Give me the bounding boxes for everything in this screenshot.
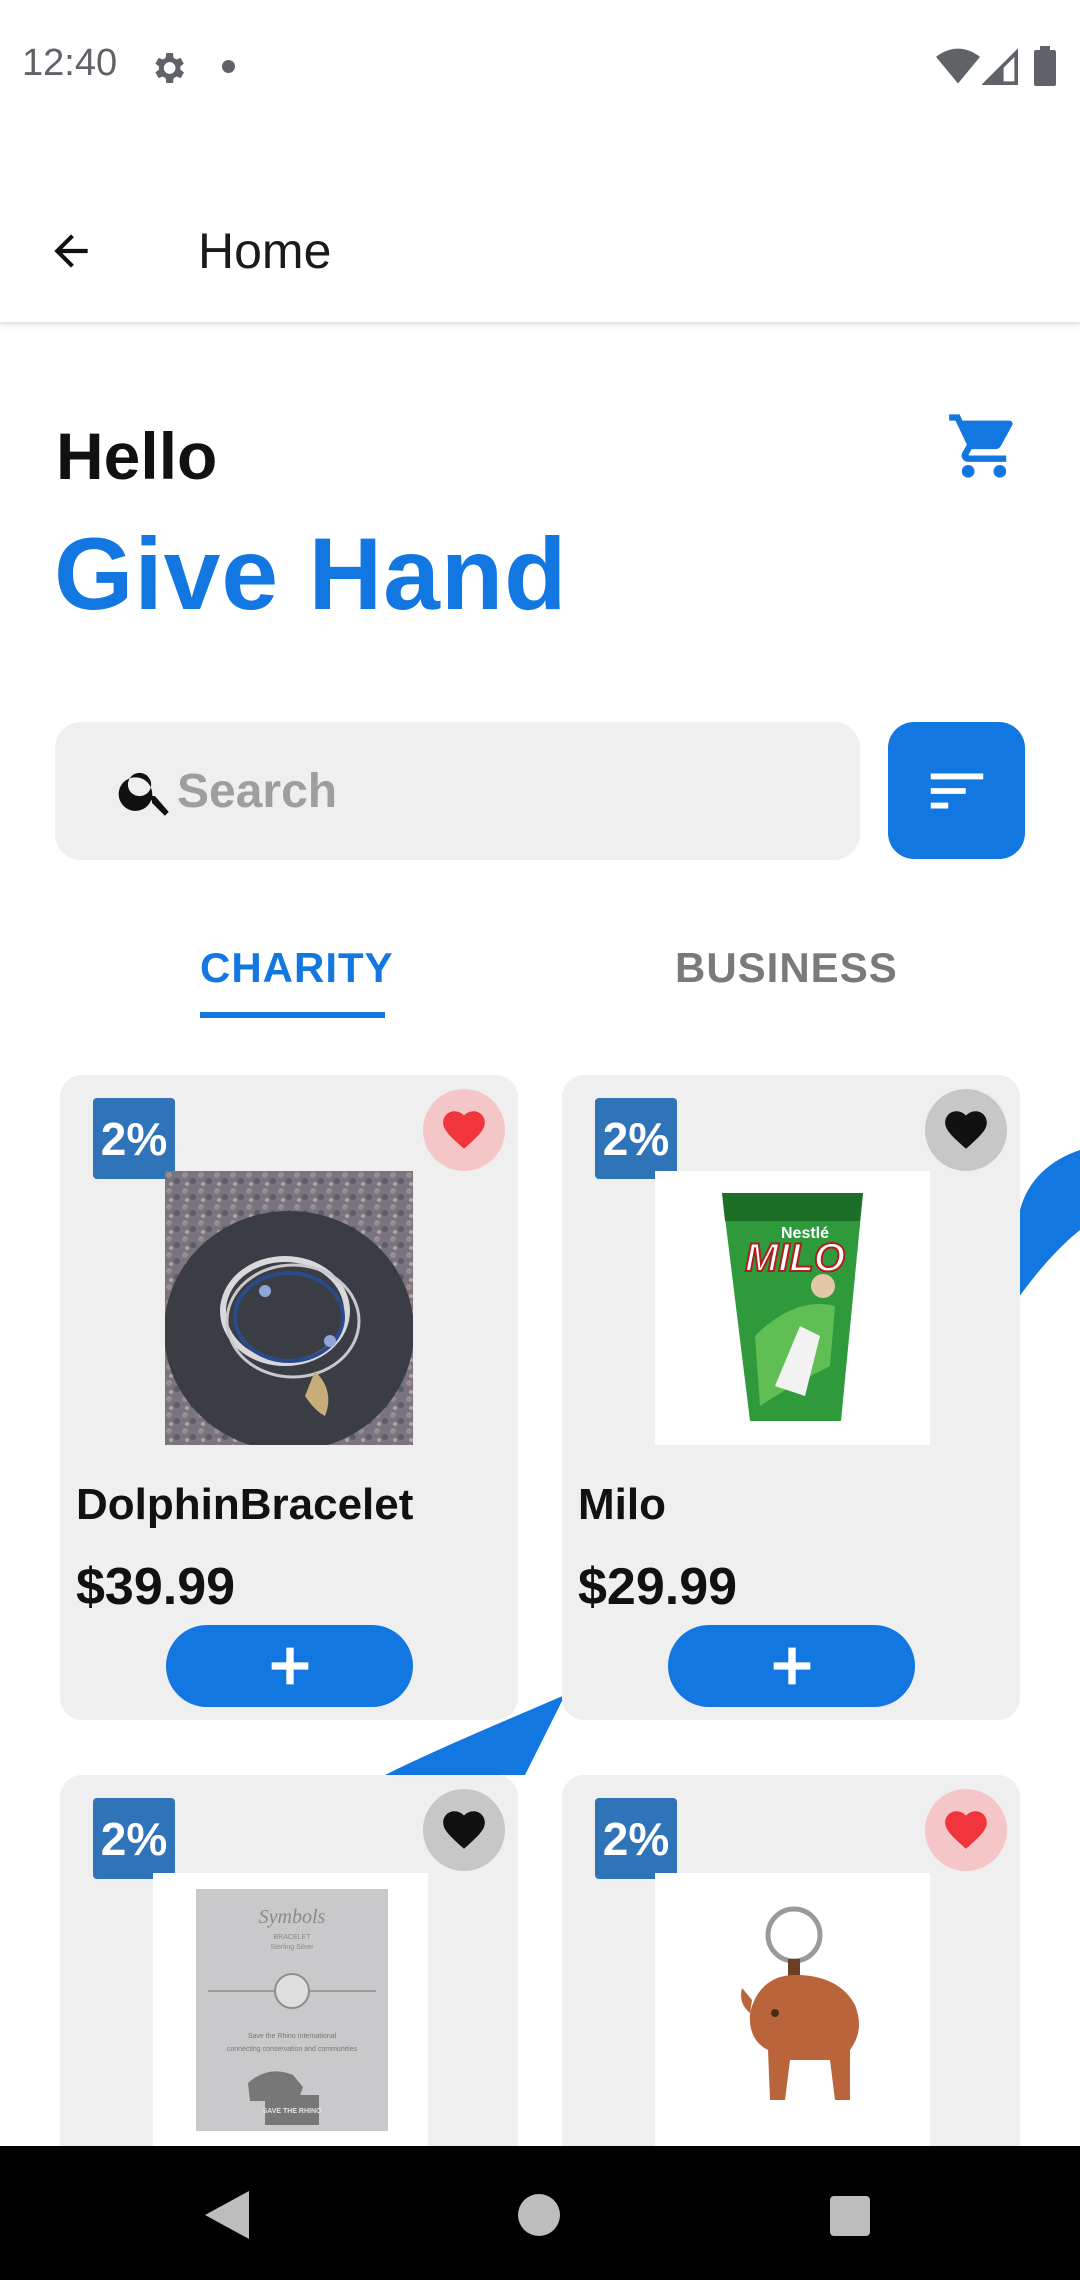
product-image-rhino-keyring — [655, 1873, 930, 2147]
add-to-cart-button[interactable] — [668, 1625, 915, 1707]
symbols-logo-text: SAVE THE RHINO — [263, 2108, 323, 2115]
signal-icon — [982, 48, 1018, 85]
product-image-bracelet — [165, 1171, 413, 1445]
product-price: $29.99 — [578, 1558, 738, 1616]
filter-button[interactable] — [888, 722, 1025, 859]
product-image-milo: Nestlé MILO — [655, 1171, 930, 1445]
favorite-button[interactable] — [423, 1089, 505, 1171]
product-card[interactable]: 2% — [60, 1075, 518, 1720]
discount-badge: 2% — [93, 1098, 175, 1179]
nav-home-icon[interactable] — [518, 2194, 560, 2236]
heart-icon — [443, 1811, 485, 1849]
settings-gear-icon — [155, 53, 184, 83]
cart-button[interactable] — [942, 404, 1026, 488]
symbols-card-photo: Symbols BRACELET Sterling Silver Save th… — [153, 1873, 428, 2147]
status-bar: 12:40 — [0, 0, 1080, 136]
battery-icon — [1034, 46, 1056, 86]
system-nav-bar — [0, 2146, 1080, 2280]
product-name: Milo — [578, 1480, 666, 1529]
wifi-icon — [936, 48, 980, 84]
product-card[interactable]: 2% Nestlé MILO Milo $29.99 — [562, 1075, 1020, 1720]
bracelet-photo — [165, 1171, 413, 1445]
product-name: DolphinBracelet — [76, 1480, 414, 1529]
symbols-line1-text: BRACELET — [274, 1934, 312, 1941]
milo-brand-text: MILO — [745, 1236, 845, 1280]
add-to-cart-button[interactable] — [166, 1625, 413, 1707]
favorite-button[interactable] — [925, 1789, 1007, 1871]
discount-badge: 2% — [595, 1098, 677, 1179]
search-input[interactable] — [177, 752, 817, 830]
search-box — [55, 722, 860, 860]
nav-recents-icon[interactable] — [830, 2196, 870, 2236]
heart-icon — [443, 1111, 485, 1149]
product-price: $39.99 — [76, 1558, 236, 1616]
notification-dot-icon — [222, 60, 235, 73]
nav-back-icon[interactable] — [205, 2191, 249, 2239]
discount-badge: 2% — [595, 1798, 677, 1879]
discount-badge: 2% — [93, 1798, 175, 1879]
cart-icon — [949, 414, 1013, 478]
greeting-text: Hello — [56, 419, 218, 493]
product-image-symbols-bracelet: Symbols BRACELET Sterling Silver Save th… — [153, 1873, 428, 2147]
heart-icon — [945, 1111, 987, 1149]
heart-icon — [945, 1811, 987, 1849]
status-time: 12:40 — [22, 42, 118, 84]
app-bar: Home — [0, 170, 1080, 324]
milo-carton-photo: Nestlé MILO — [655, 1171, 930, 1445]
tab-indicator — [200, 1012, 385, 1018]
tab-business[interactable]: BUSINESS — [675, 944, 898, 992]
sort-icon — [930, 773, 983, 808]
screen: 12:40 Home Hello Give Hand Search CHARIT… — [0, 0, 1080, 2280]
rhino-keyring-photo — [655, 1873, 930, 2147]
decorative-wave-right — [1010, 1150, 1080, 1310]
symbols-line2-text: Sterling Silver — [270, 1944, 314, 1951]
plus-icon — [271, 1647, 308, 1685]
symbols-caption1-text: Save the Rhino International — [248, 2033, 337, 2040]
tab-charity[interactable]: CHARITY — [200, 944, 394, 992]
search-icon — [118, 772, 169, 816]
back-button[interactable] — [36, 216, 106, 286]
favorite-button[interactable] — [423, 1789, 505, 1871]
symbols-caption2-text: connecting conservation and communities — [227, 2046, 358, 2053]
brand-title: Give Hand — [54, 517, 568, 631]
plus-icon — [773, 1647, 810, 1685]
arrow-left-icon — [54, 234, 88, 268]
page-title: Home — [198, 223, 332, 279]
favorite-button[interactable] — [925, 1089, 1007, 1171]
symbols-title-text: Symbols — [259, 1906, 326, 1928]
